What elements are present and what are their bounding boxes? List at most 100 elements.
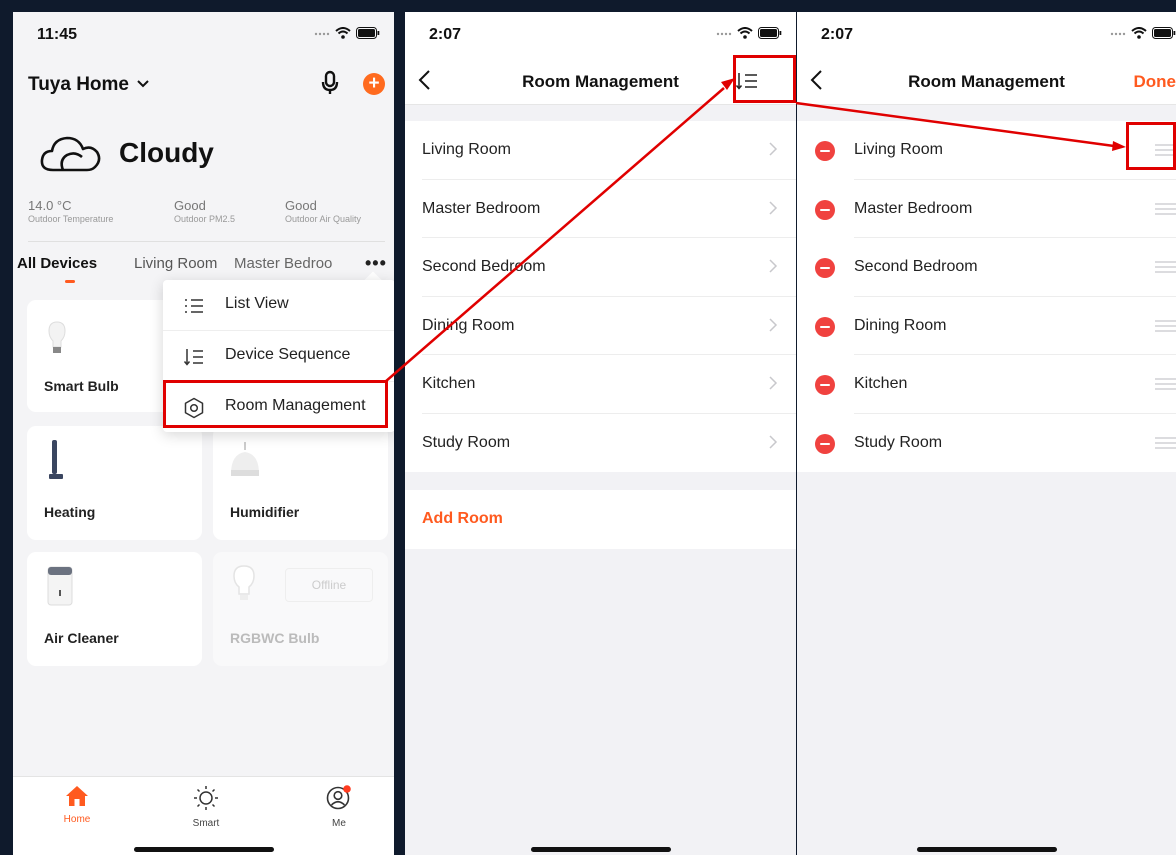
chevron-down-icon	[137, 80, 150, 88]
drag-handle-icon[interactable]	[1155, 319, 1176, 333]
air-cleaner-icon	[47, 566, 73, 606]
room-management-edit-screen: 2:07 Room Management Done Living Room Mas…	[797, 12, 1176, 855]
heater-icon	[49, 440, 63, 479]
room-row[interactable]: Second Bedroom	[797, 238, 1176, 297]
device-card-heating[interactable]: Heating	[27, 426, 202, 540]
plus-icon[interactable]: +	[363, 73, 385, 95]
drag-handle-icon[interactable]	[1155, 377, 1176, 391]
highlight-drag-handle	[1126, 122, 1176, 170]
home-indicator	[133, 847, 274, 852]
device-name: Air Cleaner	[44, 630, 119, 646]
status-time: 2:07	[821, 26, 854, 43]
status-icons	[716, 27, 782, 39]
highlight-room-management-menu	[163, 380, 388, 428]
status-icons	[1110, 27, 1176, 39]
room-name: Dining Room	[854, 316, 947, 334]
wifi-icon	[1131, 27, 1147, 39]
wifi-icon	[737, 27, 753, 39]
tab-me[interactable]: Me	[309, 785, 369, 829]
room-name: Kitchen	[422, 375, 476, 392]
room-name: Second Bedroom	[854, 258, 978, 275]
more-icon[interactable]: •••	[365, 253, 387, 274]
device-name: Humidifier	[230, 504, 300, 520]
stat-value: Good	[285, 198, 317, 213]
device-name: RGBWC Bulb	[230, 630, 320, 646]
room-row[interactable]: Study Room	[405, 414, 796, 473]
minus-icon[interactable]	[815, 141, 835, 161]
drag-handle-icon[interactable]	[1155, 202, 1176, 216]
stat-label: Outdoor PM2.5	[174, 214, 236, 224]
add-room-label: Add Room	[422, 510, 503, 527]
menu-item-label: List View	[225, 295, 289, 312]
room-name: Dining Room	[422, 316, 515, 334]
device-card-rgbwc-bulb[interactable]: Offline RGBWC Bulb	[213, 552, 388, 666]
room-row[interactable]: Kitchen	[797, 355, 1176, 414]
status-badge: Offline	[285, 568, 373, 602]
room-row[interactable]: Master Bedroom	[405, 180, 796, 238]
room-row[interactable]: Dining Room	[797, 297, 1176, 355]
minus-icon[interactable]	[815, 258, 835, 278]
room-name: Living Room	[422, 141, 511, 158]
status-icons	[314, 27, 380, 39]
drag-handle-icon[interactable]	[1155, 436, 1176, 450]
tab-all-devices[interactable]: All Devices	[17, 255, 97, 272]
status-time: 11:45	[37, 26, 78, 43]
signal-icon	[1110, 32, 1126, 36]
room-row[interactable]: Second Bedroom	[405, 238, 796, 297]
tab-home[interactable]: Home	[47, 785, 107, 825]
list-view-icon	[185, 299, 203, 313]
home-indicator	[916, 847, 1057, 852]
weather-stat-air-quality: Good Outdoor Air Quality	[285, 198, 361, 224]
tab-master-bedroom[interactable]: Master Bedroo	[234, 255, 354, 272]
device-card-humidifier[interactable]: Humidifier	[213, 426, 388, 540]
room-row[interactable]: Living Room	[797, 121, 1176, 180]
minus-icon[interactable]	[815, 433, 835, 454]
minus-icon[interactable]	[815, 375, 835, 395]
signal-icon	[314, 32, 330, 36]
stat-value: Good	[174, 198, 206, 213]
tab-living-room[interactable]: Living Room	[134, 255, 217, 272]
stat-value: 14.0 °C	[28, 198, 72, 213]
signal-icon	[716, 32, 732, 36]
room-row[interactable]: Dining Room	[405, 297, 796, 355]
sort-icon	[183, 349, 203, 366]
smart-icon	[194, 786, 218, 810]
minus-icon[interactable]	[815, 199, 835, 220]
chevron-right-icon	[769, 142, 778, 156]
room-row[interactable]: Living Room	[405, 121, 796, 180]
device-name: Smart Bulb	[44, 378, 119, 394]
menu-item-device-sequence[interactable]: Device Sequence	[163, 331, 394, 381]
tab-bar: Home Smart Me	[13, 776, 394, 855]
drag-handle-icon[interactable]	[1155, 260, 1176, 274]
room-row[interactable]: Master Bedroom	[797, 180, 1176, 238]
bulb-icon	[233, 565, 255, 600]
home-indicator	[530, 847, 671, 852]
humidifier-icon	[231, 442, 259, 476]
minus-icon[interactable]	[815, 316, 835, 337]
menu-item-label: Device Sequence	[225, 346, 351, 363]
tab-label: Me	[332, 818, 346, 829]
device-name: Heating	[44, 504, 96, 520]
room-row[interactable]: Study Room	[797, 414, 1176, 473]
room-list: Living Room Master Bedroom Second Bedroom D…	[405, 121, 796, 472]
device-card-air-cleaner[interactable]: Air Cleaner	[27, 552, 202, 666]
tab-smart[interactable]: Smart	[176, 785, 236, 829]
done-button[interactable]: Done	[1134, 72, 1176, 92]
room-name: Study Room	[422, 433, 511, 451]
chevron-right-icon	[769, 317, 778, 332]
add-room-button[interactable]: Add Room	[405, 490, 796, 549]
home-selector[interactable]: Tuya Home	[28, 74, 150, 96]
divider	[28, 241, 385, 242]
weather-stat-temperature: 14.0 °C Outdoor Temperature	[28, 198, 113, 224]
menu-item-list-view[interactable]: List View	[163, 280, 394, 330]
chevron-right-icon	[769, 259, 778, 273]
room-name: Master Bedroom	[854, 199, 973, 217]
chevron-right-icon	[769, 376, 778, 390]
room-name: Kitchen	[854, 375, 908, 392]
chevron-right-icon	[769, 200, 778, 215]
battery-icon	[758, 27, 782, 39]
room-row[interactable]: Kitchen	[405, 355, 796, 414]
tab-label: Smart	[192, 818, 220, 829]
chevron-right-icon	[769, 434, 778, 449]
microphone-icon[interactable]	[318, 70, 342, 96]
